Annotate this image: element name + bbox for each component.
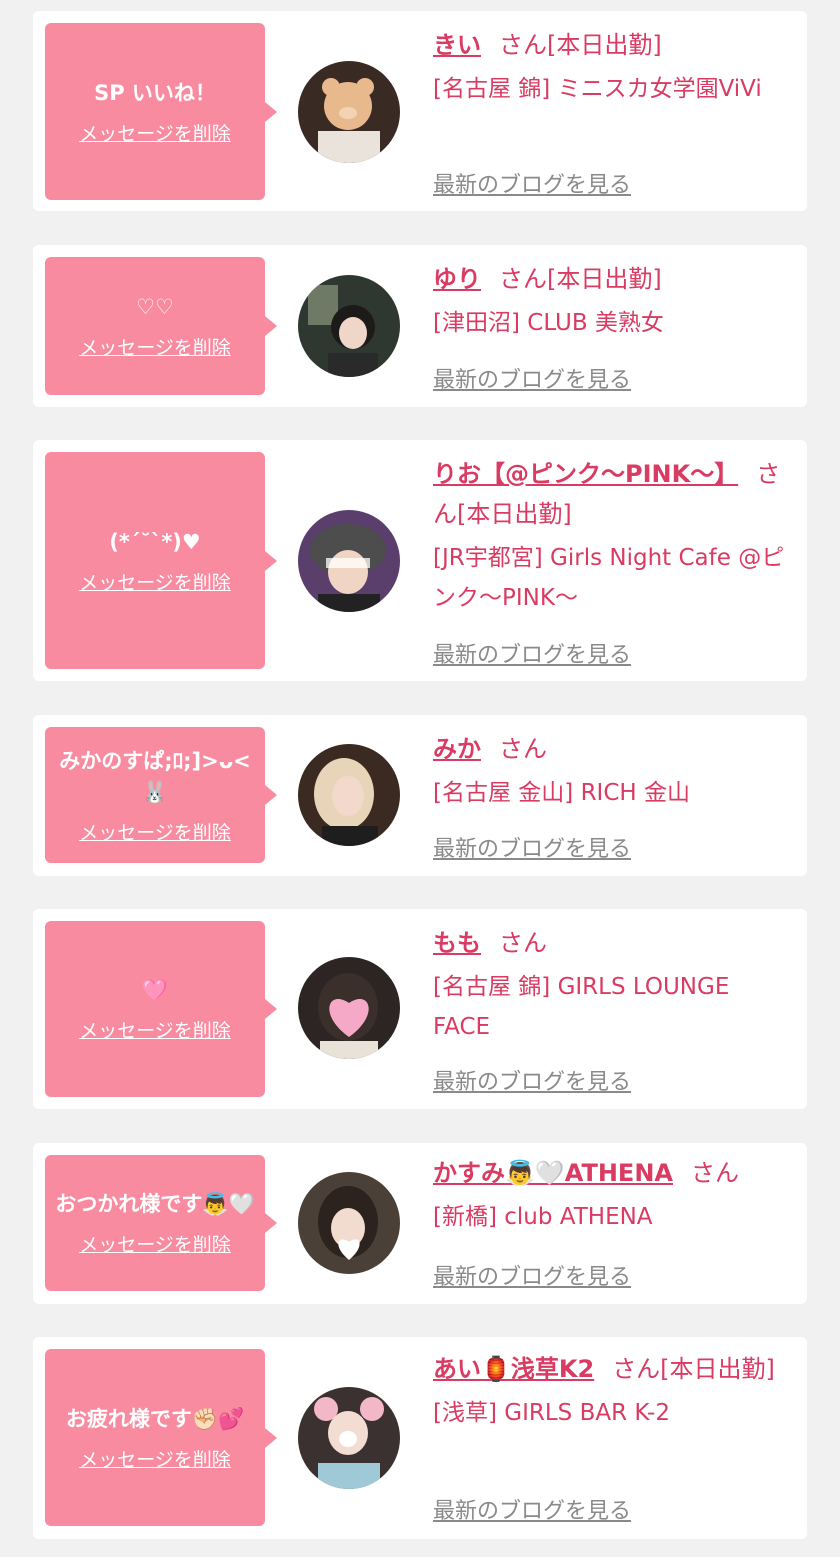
avatar-photo [298, 957, 400, 1059]
message-card: みかのすぱ;ﾛ;]>ᴗ<🐰 メッセージを削除 みか さん [名古屋 金山] RIC… [33, 715, 807, 876]
member-status: さん[本日出勤] [612, 1355, 775, 1383]
message-text: (*´˘`*)♥ [109, 529, 201, 554]
member-name-link[interactable]: きい [433, 31, 481, 59]
message-text: 🩷 [141, 978, 169, 1002]
message-bubble: みかのすぱ;ﾛ;]>ᴗ<🐰 メッセージを削除 [45, 727, 277, 863]
avatar-photo [298, 61, 400, 163]
message-bubble: (*´˘`*)♥ メッセージを削除 [45, 452, 277, 669]
message-bubble: SP いいね！ メッセージを削除 [45, 23, 277, 200]
blog-link[interactable]: 最新のブログを見る [433, 637, 631, 669]
blog-link[interactable]: 最新のブログを見る [433, 831, 631, 863]
shop-name: [名古屋 錦] ミニスカ女学園ViVi [433, 76, 762, 102]
delete-message-link[interactable]: メッセージを削除 [79, 1445, 231, 1472]
delete-message-link[interactable]: メッセージを削除 [79, 568, 231, 595]
member-name-link[interactable]: りお【@ピンク〜PINK〜】 [433, 460, 738, 488]
member-status: さん[本日出勤] [499, 31, 662, 59]
message-bubble: 🩷 メッセージを削除 [45, 921, 277, 1097]
message-card: お疲れ様です✊🏻💕 メッセージを削除 あい🏮浅草K2 さん[本日出勤] [浅草] … [33, 1337, 807, 1539]
member-info: みか さん [名古屋 金山] RICH 金山 [433, 729, 793, 813]
avatar-photo [298, 510, 400, 612]
avatar-photo [298, 744, 400, 846]
member-info: きい さん[本日出勤] [名古屋 錦] ミニスカ女学園ViVi [433, 25, 793, 109]
avatar-photo [298, 275, 400, 377]
message-card: ♡♡ メッセージを削除 ゆり さん[本日出勤] [津田沼] CLUB 美熟女 最新… [33, 245, 807, 407]
blog-link[interactable]: 最新のブログを見る [433, 167, 631, 199]
delete-message-link[interactable]: メッセージを削除 [79, 333, 231, 360]
message-bubble: お疲れ様です✊🏻💕 メッセージを削除 [45, 1349, 277, 1526]
message-card: おつかれ様です👼🤍 メッセージを削除 かすみ👼🤍ATHENA さん [新橋] cl… [33, 1143, 807, 1304]
member-name-link[interactable]: みか [433, 735, 481, 763]
delete-message-link[interactable]: メッセージを削除 [79, 1230, 231, 1257]
delete-message-link[interactable]: メッセージを削除 [79, 1016, 231, 1043]
shop-name: [名古屋 金山] RICH 金山 [433, 780, 690, 806]
member-status: さん [499, 929, 547, 957]
message-text: SP いいね！ [94, 80, 216, 105]
name-line: あい🏮浅草K2 さん[本日出勤] [433, 1349, 793, 1389]
avatar[interactable] [298, 957, 400, 1059]
name-line: ゆり さん[本日出勤] [433, 259, 793, 299]
member-status: さん[本日出勤] [499, 265, 662, 293]
shop-name: [新橋] club ATHENA [433, 1204, 653, 1230]
member-info: あい🏮浅草K2 さん[本日出勤] [浅草] GIRLS BAR K-2 [433, 1349, 793, 1433]
message-bubble: ♡♡ メッセージを削除 [45, 257, 277, 395]
member-name-link[interactable]: かすみ👼🤍ATHENA [433, 1159, 673, 1187]
member-info: かすみ👼🤍ATHENA さん [新橋] club ATHENA [433, 1153, 793, 1237]
name-line: もも さん [433, 923, 793, 963]
avatar[interactable] [298, 1387, 400, 1489]
member-name-link[interactable]: ゆり [433, 265, 481, 293]
message-card: (*´˘`*)♥ メッセージを削除 りお【@ピンク〜PINK〜】 さん[本日出勤]… [33, 440, 807, 681]
name-line: きい さん[本日出勤] [433, 25, 793, 65]
avatar[interactable] [298, 1172, 400, 1274]
member-name-link[interactable]: もも [433, 929, 481, 957]
blog-link[interactable]: 最新のブログを見る [433, 1493, 631, 1525]
member-info: ゆり さん[本日出勤] [津田沼] CLUB 美熟女 [433, 259, 793, 343]
message-bubble: おつかれ様です👼🤍 メッセージを削除 [45, 1155, 277, 1291]
delete-message-link[interactable]: メッセージを削除 [79, 119, 231, 146]
avatar[interactable] [298, 510, 400, 612]
name-line: かすみ👼🤍ATHENA さん [433, 1153, 793, 1193]
message-text: ♡♡ [136, 295, 174, 319]
avatar[interactable] [298, 61, 400, 163]
blog-link[interactable]: 最新のブログを見る [433, 362, 631, 394]
name-line: みか さん [433, 729, 793, 769]
message-text: おつかれ様です👼🤍 [55, 1192, 255, 1216]
member-status: さん [499, 735, 547, 763]
member-name-link[interactable]: あい🏮浅草K2 [433, 1355, 594, 1383]
shop-name: [津田沼] CLUB 美熟女 [433, 310, 664, 336]
shop-name: [JR宇都宮] Girls Night Cafe @ピンク〜PINK〜 [433, 545, 785, 611]
member-info: もも さん [名古屋 錦] GIRLS LOUNGE FACE [433, 923, 793, 1047]
avatar[interactable] [298, 275, 400, 377]
shop-name: [名古屋 錦] GIRLS LOUNGE FACE [433, 974, 730, 1040]
message-card: SP いいね！ メッセージを削除 きい さん[本日出勤] [名古屋 錦] ミニスカ… [33, 11, 807, 211]
blog-link[interactable]: 最新のブログを見る [433, 1064, 631, 1096]
message-text: みかのすぱ;ﾛ;]>ᴗ<🐰 [59, 748, 251, 804]
name-line: りお【@ピンク〜PINK〜】 さん[本日出勤] [433, 454, 793, 534]
shop-name: [浅草] GIRLS BAR K-2 [433, 1400, 670, 1426]
member-status: さん [691, 1159, 739, 1187]
message-card: 🩷 メッセージを削除 もも さん [名古屋 錦] GIRLS LOUNGE FAC… [33, 909, 807, 1109]
avatar-photo [298, 1172, 400, 1274]
message-text: お疲れ様です✊🏻💕 [65, 1406, 245, 1431]
avatar-photo [298, 1387, 400, 1489]
blog-link[interactable]: 最新のブログを見る [433, 1259, 631, 1291]
delete-message-link[interactable]: メッセージを削除 [79, 818, 231, 845]
member-info: りお【@ピンク〜PINK〜】 さん[本日出勤] [JR宇都宮] Girls Nig… [433, 454, 793, 618]
avatar[interactable] [298, 744, 400, 846]
